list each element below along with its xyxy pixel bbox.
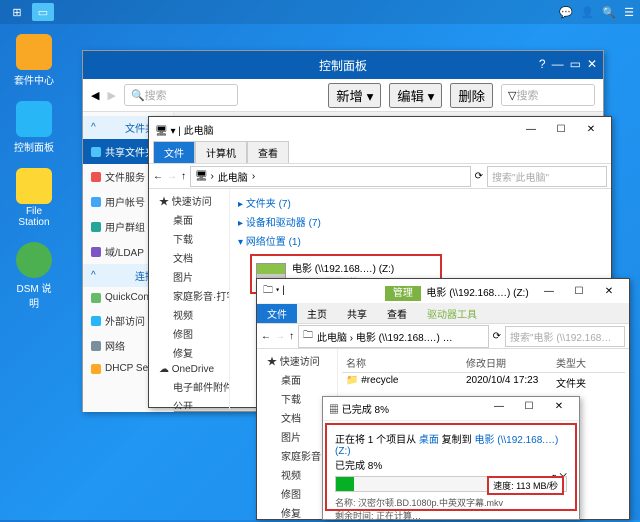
tree-item[interactable]: 修图: [165, 324, 227, 343]
tray-menu-icon[interactable]: ☰: [624, 6, 634, 19]
edit-button[interactable]: 编辑 ▾: [389, 83, 442, 108]
syno-search[interactable]: 🔍搜索: [124, 84, 238, 106]
address-input[interactable]: 🗀 此电脑 › 电影 (\\192.168.…) …: [298, 325, 489, 348]
refresh-icon[interactable]: ⟳: [475, 171, 483, 182]
tree-quick-access[interactable]: ★ 快速访问: [151, 191, 227, 210]
explorer-sidebar: ★ 快速访问 桌面下载文档图片家庭影音·打字幕布视频修图修复 ☁ OneDriv…: [149, 189, 230, 409]
desktop-icon-pkg[interactable]: 套件中心: [12, 34, 56, 87]
tray-search-icon[interactable]: 🔍: [602, 6, 616, 19]
nav-up-icon[interactable]: ↑: [289, 331, 294, 342]
explorer-titlebar[interactable]: 🖥 ▾ | 此电脑 —☐✕: [149, 117, 611, 141]
tree-item[interactable]: 电子邮件附件: [165, 377, 227, 396]
nav-fwd-icon[interactable]: →: [275, 331, 285, 342]
copy-titlebar[interactable]: ▦ 已完成 8% —☐✕: [323, 397, 579, 421]
fwd-icon[interactable]: ▶: [107, 89, 115, 102]
ribbon-tabs: 文件 主页 共享 查看 驱动器工具: [257, 303, 629, 323]
max-icon[interactable]: ☐: [515, 401, 543, 416]
min-icon[interactable]: —: [517, 124, 545, 135]
tab-computer[interactable]: 计算机: [195, 141, 247, 163]
max-icon[interactable]: ☐: [547, 124, 575, 135]
copy-percent: 已完成 8%: [335, 457, 567, 472]
tree-item[interactable]: 桌面: [273, 370, 335, 389]
back-icon[interactable]: ◀: [91, 89, 99, 102]
list-item[interactable]: 📁 #recycle2020/10/4 17:23文件夹: [342, 373, 625, 392]
close-icon[interactable]: ✕: [545, 401, 573, 416]
syno-max-icon[interactable]: ▭: [570, 57, 581, 71]
taskbar-app-window[interactable]: ▭: [32, 3, 54, 21]
tab-home[interactable]: 主页: [297, 304, 337, 323]
desktop-icon-filestation[interactable]: File Station: [12, 168, 56, 228]
section-folders[interactable]: ▸ 文件夹 (7): [234, 193, 607, 212]
tree-item[interactable]: 视频: [165, 305, 227, 324]
tree-item[interactable]: 下载: [165, 229, 227, 248]
copy-remaining: 剩余时间: 正在计算…: [335, 509, 567, 522]
address-input[interactable]: 🖥 › 此电脑 ›: [190, 166, 471, 187]
min-icon[interactable]: —: [535, 286, 563, 297]
tab-drivetools[interactable]: 驱动器工具: [417, 304, 487, 323]
column-headers[interactable]: 名称修改日期类型大: [342, 353, 625, 373]
copy-body: 正在将 1 个项目从 桌面 复制到 电影 (\\192.168.…) (Z:) …: [325, 423, 577, 511]
search-input[interactable]: 搜索"电影 (\\192.168…: [505, 326, 625, 347]
tree-item[interactable]: 桌面: [165, 210, 227, 229]
tray-user-icon[interactable]: 👤: [581, 6, 595, 19]
tree-item[interactable]: 文档: [165, 248, 227, 267]
delete-button[interactable]: 删除: [450, 83, 493, 108]
taskbar: ⊞ ▭ 💬 👤 🔍 ☰: [0, 0, 640, 24]
address-bar: ← → ↑ 🗀 此电脑 › 电影 (\\192.168.…) … ⟳ 搜索"电影…: [257, 323, 629, 349]
copy-filename: 名称: 汉密尔顿.BD.1080p.中英双字幕.mkv: [335, 496, 567, 509]
tab-share[interactable]: 共享: [337, 304, 377, 323]
tab-file[interactable]: 文件: [153, 141, 195, 163]
search-input[interactable]: 搜索"此电脑": [487, 166, 607, 187]
syno-close-icon[interactable]: ✕: [587, 57, 597, 71]
refresh-icon[interactable]: ⟳: [493, 331, 501, 342]
tab-view[interactable]: 查看: [247, 141, 289, 163]
tray-chat-icon[interactable]: 💬: [559, 6, 573, 19]
copy-source-dest: 正在将 1 个项目从 桌面 复制到 电影 (\\192.168.…) (Z:): [335, 431, 567, 457]
desktop-icon-control[interactable]: 控制面板: [12, 101, 56, 154]
nav-up-icon[interactable]: ↑: [181, 171, 186, 182]
tab-file[interactable]: 文件: [257, 304, 297, 323]
tab-view[interactable]: 查看: [377, 304, 417, 323]
section-network[interactable]: ▾ 网络位置 (1): [234, 231, 607, 250]
tree-onedrive[interactable]: ☁ OneDrive: [151, 362, 227, 377]
section-devices[interactable]: ▸ 设备和驱动器 (7): [234, 212, 607, 231]
syno-filter[interactable]: ▽搜索: [501, 84, 595, 106]
close-icon[interactable]: ✕: [595, 286, 623, 297]
nav-fwd-icon[interactable]: →: [167, 171, 177, 182]
new-button[interactable]: 新增 ▾: [328, 83, 381, 108]
tree-quick-access[interactable]: ★ 快速访问: [259, 351, 335, 370]
search-icon: 🔍: [131, 89, 145, 102]
syno-titlebar: 控制面板 ? — ▭ ✕: [83, 51, 603, 79]
syno-min-icon[interactable]: —: [552, 57, 564, 71]
tree-item[interactable]: 图片: [165, 267, 227, 286]
ribbon-tabs: 文件 计算机 查看: [149, 141, 611, 163]
explorer-titlebar[interactable]: 🗀 ▾ | 管理 电影 (\\192.168.…) (Z:) —☐✕: [257, 279, 629, 303]
speed-label: 速度: 113 MB/秒: [487, 476, 564, 495]
address-bar: ← → ↑ 🖥 › 此电脑 › ⟳ 搜索"此电脑": [149, 163, 611, 189]
desktop-icon-help[interactable]: DSM 说明: [12, 242, 56, 310]
progress-bar: 速度: 113 MB/秒: [335, 476, 567, 492]
close-icon[interactable]: ✕: [577, 124, 605, 135]
syno-help-icon[interactable]: ?: [539, 57, 546, 71]
progress-fill: [336, 477, 354, 491]
tree-item[interactable]: 家庭影音·打字幕布: [165, 286, 227, 305]
nav-back-icon[interactable]: ←: [153, 171, 163, 182]
desktop-icons: 套件中心 控制面板 File Station DSM 说明: [12, 34, 56, 310]
pc-icon: 🖥: [155, 126, 168, 137]
tree-item[interactable]: 修复: [165, 343, 227, 362]
nav-back-icon[interactable]: ←: [261, 331, 271, 342]
taskbar-app-grid[interactable]: ⊞: [6, 3, 28, 21]
min-icon[interactable]: —: [485, 401, 513, 416]
copy-progress-dialog: ▦ 已完成 8% —☐✕ 正在将 1 个项目从 桌面 复制到 电影 (\\192…: [322, 396, 580, 520]
max-icon[interactable]: ☐: [565, 286, 593, 297]
syno-title-text: 控制面板: [319, 57, 367, 74]
syno-toolbar: ◀ ▶ 🔍搜索 新增 ▾ 编辑 ▾ 删除 ▽搜索: [83, 79, 603, 112]
tree-item[interactable]: 公开: [165, 396, 227, 409]
